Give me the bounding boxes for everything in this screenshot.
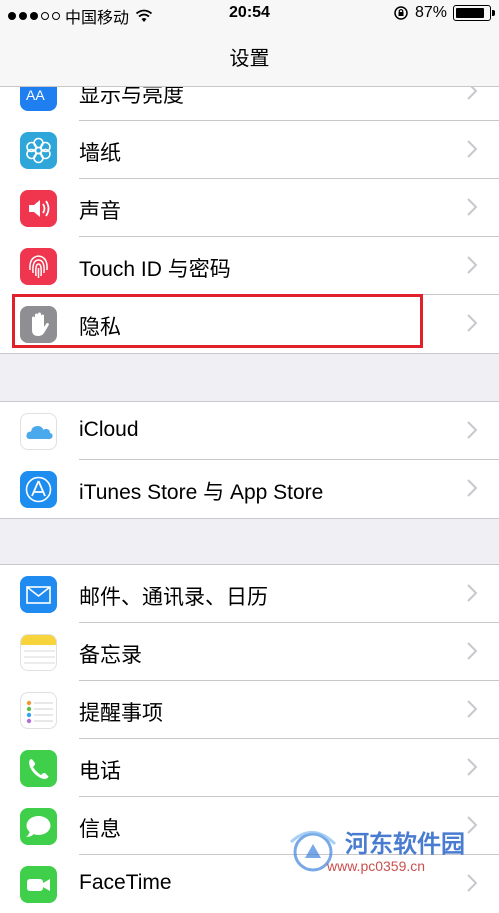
privacy-hand-icon bbox=[20, 306, 57, 343]
chevron-right-icon bbox=[467, 314, 477, 332]
chevron-right-icon bbox=[467, 198, 477, 216]
chevron-right-icon bbox=[467, 758, 477, 776]
chevron-right-icon bbox=[467, 584, 477, 602]
watermark-url: www.pc0359.cn bbox=[327, 858, 426, 874]
chevron-right-icon bbox=[467, 421, 477, 439]
row-itunes-app-store[interactable]: iTunes Store 与 App Store bbox=[0, 460, 499, 518]
navigation-bar: 设置 bbox=[0, 28, 499, 87]
row-sound[interactable]: 声音 bbox=[0, 179, 499, 237]
row-label: iCloud bbox=[79, 418, 139, 441]
row-reminders[interactable]: 提醒事项 bbox=[0, 681, 499, 739]
settings-group-2: iCloud iTunes Store 与 App Store bbox=[0, 401, 499, 519]
settings-group-1: AA 显示与亮度 墙纸 声音 Touch ID 与密码 隐私 bbox=[0, 62, 499, 354]
battery-percentage: 87% bbox=[414, 4, 447, 21]
status-bar: 中国移动 20:54 87% bbox=[0, 0, 499, 28]
icloud-icon bbox=[20, 413, 57, 450]
reminders-icon bbox=[20, 692, 57, 729]
page-title: 设置 bbox=[229, 48, 270, 70]
wallpaper-icon bbox=[20, 132, 57, 169]
row-label: 信息 bbox=[79, 818, 121, 841]
row-label: 墙纸 bbox=[79, 142, 121, 165]
row-label: 邮件、通讯录、日历 bbox=[79, 586, 268, 609]
row-mail-contacts-calendar[interactable]: 邮件、通讯录、日历 bbox=[0, 565, 499, 623]
sound-icon bbox=[20, 190, 57, 227]
row-notes[interactable]: 备忘录 bbox=[0, 623, 499, 681]
rotation-lock-icon bbox=[394, 6, 408, 20]
row-touch-id[interactable]: Touch ID 与密码 bbox=[0, 237, 499, 295]
row-icloud[interactable]: iCloud bbox=[0, 402, 499, 460]
row-privacy[interactable]: 隐私 bbox=[0, 295, 499, 353]
app-store-icon bbox=[20, 471, 57, 508]
mail-icon bbox=[20, 576, 57, 613]
status-right: 87% bbox=[393, 4, 495, 22]
fingerprint-icon bbox=[20, 248, 57, 285]
row-label: 声音 bbox=[79, 200, 121, 223]
row-label: iTunes Store 与 App Store bbox=[79, 481, 324, 504]
facetime-icon bbox=[20, 866, 57, 903]
phone-icon bbox=[20, 750, 57, 787]
row-wallpaper[interactable]: 墙纸 bbox=[0, 121, 499, 179]
svg-text:AA: AA bbox=[26, 87, 45, 103]
row-phone[interactable]: 电话 bbox=[0, 739, 499, 797]
chevron-right-icon bbox=[467, 140, 477, 158]
row-label: 隐私 bbox=[79, 316, 121, 339]
row-label: 提醒事项 bbox=[79, 702, 163, 725]
row-label: FaceTime bbox=[79, 871, 172, 894]
messages-icon bbox=[20, 808, 57, 845]
notes-icon bbox=[20, 634, 57, 671]
row-label: Touch ID 与密码 bbox=[79, 258, 231, 281]
chevron-right-icon bbox=[467, 642, 477, 660]
chevron-right-icon bbox=[467, 479, 477, 497]
watermark-logo: 河东软件园 www.pc0359.cn bbox=[283, 822, 493, 884]
watermark-title: 河东软件园 bbox=[345, 831, 465, 858]
chevron-right-icon bbox=[467, 256, 477, 274]
row-label: 备忘录 bbox=[79, 644, 142, 667]
row-label: 电话 bbox=[79, 760, 121, 783]
chevron-right-icon bbox=[467, 700, 477, 718]
battery-icon bbox=[453, 5, 495, 21]
